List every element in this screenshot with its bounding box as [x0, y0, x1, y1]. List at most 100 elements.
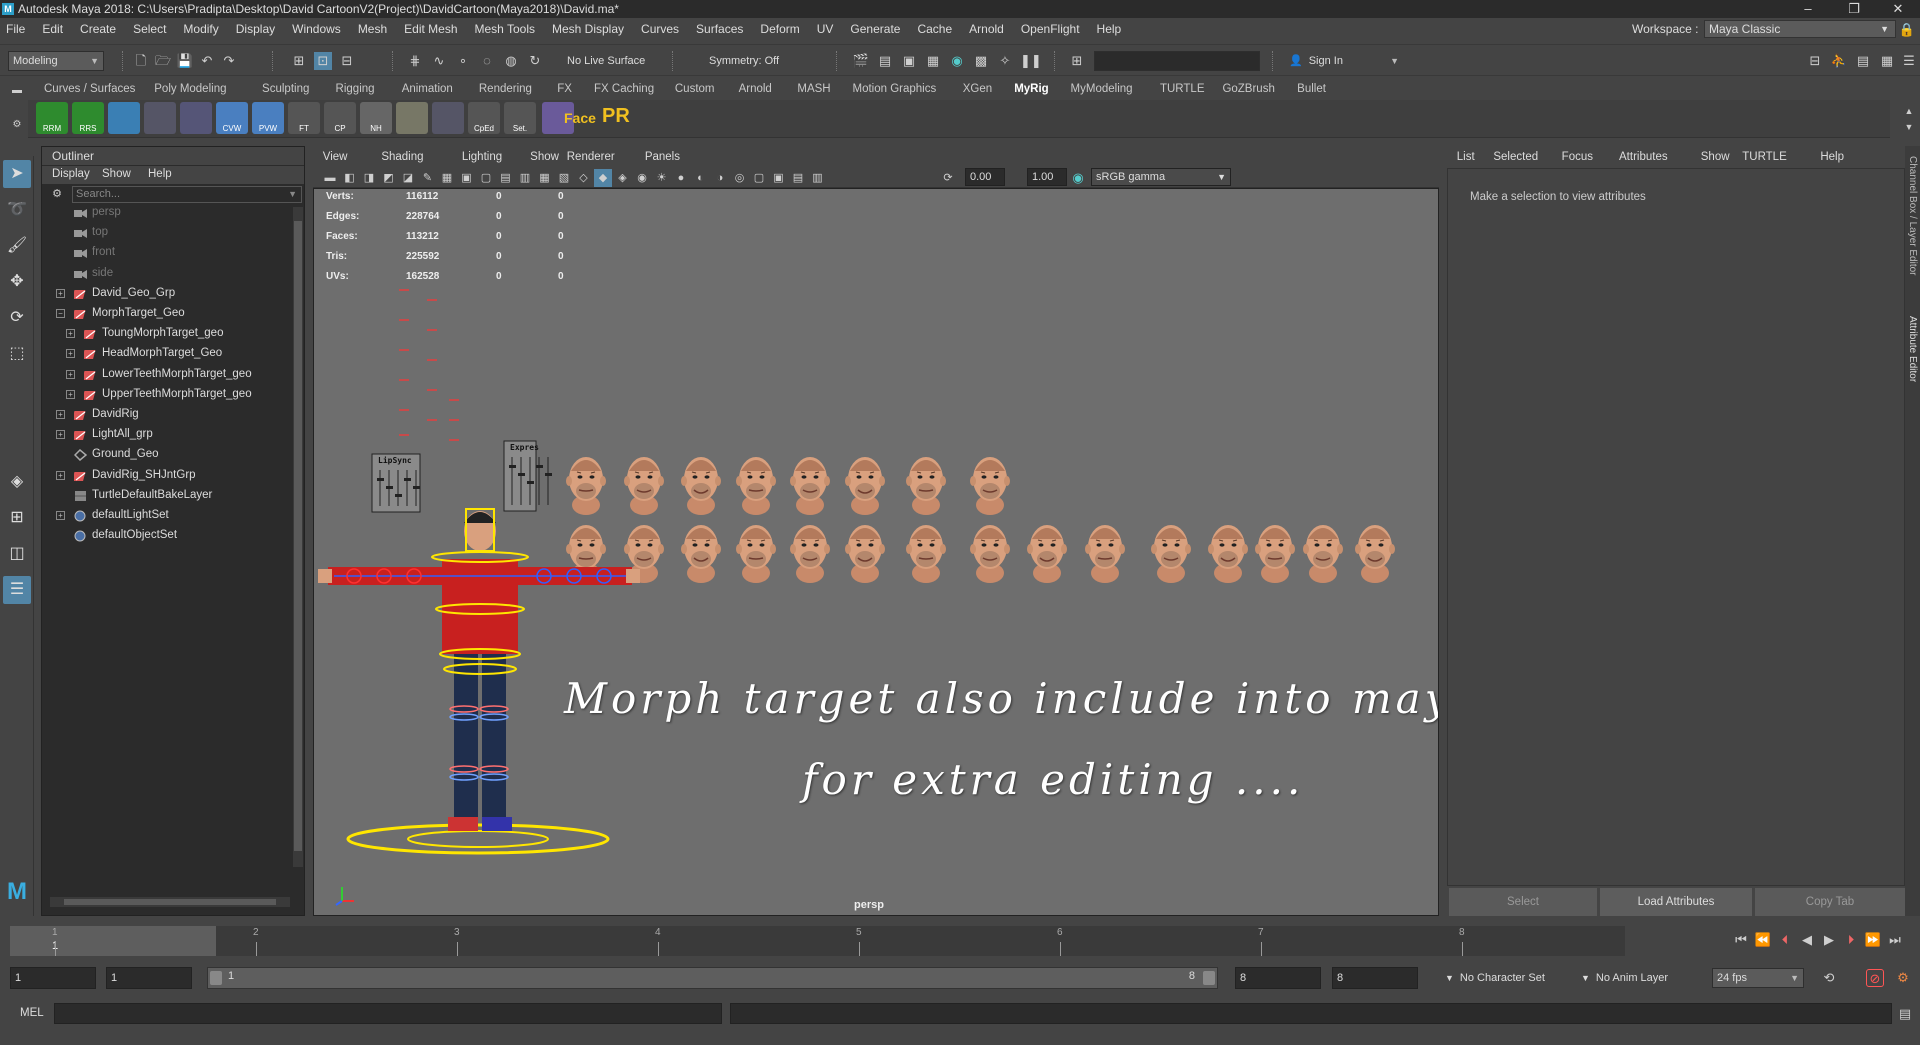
fps-select[interactable]: 24 fps ▼: [1712, 968, 1804, 988]
outliner-item-david-geo-grp[interactable]: + David_Geo_Grp: [42, 284, 282, 304]
command-input[interactable]: [54, 1003, 722, 1024]
safe-title-icon[interactable]: ▧: [555, 169, 573, 187]
morph-target-head[interactable]: [681, 525, 721, 583]
snap-grid-icon[interactable]: ⋕: [406, 52, 424, 70]
menu-mesh-tools[interactable]: Mesh Tools: [475, 22, 535, 36]
face-control-marker[interactable]: [399, 319, 409, 321]
play-backwards-icon[interactable]: ◀: [1798, 931, 1816, 949]
shelf-tab-poly-modeling[interactable]: Poly Modeling: [154, 83, 226, 95]
outliner-item-front[interactable]: front: [42, 243, 282, 263]
select-camera-icon[interactable]: ▬: [321, 169, 339, 187]
viewport-menu-shading[interactable]: Shading: [381, 151, 423, 163]
outliner-item-top[interactable]: top: [42, 223, 282, 243]
outliner-item-davidrig-shjntgrp[interactable]: + DavidRig_SHJntGrp: [42, 466, 282, 486]
render-settings-icon[interactable]: ▦: [924, 52, 942, 70]
expand-icon[interactable]: +: [56, 288, 65, 298]
shelf-button-cvw[interactable]: CVW: [216, 102, 248, 134]
morph-target-head[interactable]: [845, 525, 885, 583]
select-hierarchy-icon[interactable]: ⊞: [290, 52, 308, 70]
modeling-toolkit-icon[interactable]: ⊟: [1806, 52, 1824, 70]
snap-rotate-icon[interactable]: ↻: [526, 52, 544, 70]
shelf-tab-sculpting[interactable]: Sculpting: [262, 83, 309, 95]
outliner-item-defaultobjectset[interactable]: defaultObjectSet: [42, 526, 282, 546]
pause-icon[interactable]: ❚❚: [1020, 52, 1042, 70]
shelf-tab-fx[interactable]: FX: [557, 83, 572, 95]
new-scene-icon[interactable]: 🗋: [132, 52, 150, 70]
workspace-select[interactable]: Maya Classic ▼: [1704, 20, 1896, 38]
command-language-label[interactable]: MEL: [20, 1007, 44, 1019]
go-to-end-icon[interactable]: ⏭: [1886, 931, 1904, 949]
menu-surfaces[interactable]: Surfaces: [696, 22, 743, 36]
single-perspective-layout-icon[interactable]: ◈: [3, 468, 31, 496]
select-component-icon[interactable]: ⊟: [338, 52, 356, 70]
shelf-button-tool-4[interactable]: [144, 102, 176, 134]
two-view-layout-icon[interactable]: ◫: [3, 540, 31, 568]
shelf-button-tool-11[interactable]: [396, 102, 428, 134]
viewport-menu-lighting[interactable]: Lighting: [462, 151, 502, 163]
sign-in-button[interactable]: 👤 Sign In ▼: [1284, 51, 1404, 71]
morph-target-head[interactable]: [736, 457, 776, 515]
expand-icon[interactable]: +: [66, 329, 75, 339]
shelf-tab-mymodeling[interactable]: MyModeling: [1071, 83, 1133, 95]
copy-tab-button[interactable]: Copy Tab: [1755, 888, 1905, 916]
morph-target-head[interactable]: [1255, 525, 1295, 583]
expand-icon[interactable]: +: [56, 430, 65, 440]
shelf-button-cped[interactable]: CpEd: [468, 102, 500, 134]
attribute-menu-list[interactable]: List: [1457, 151, 1475, 163]
snap-curve-icon[interactable]: ∿: [430, 52, 448, 70]
camera-attributes-icon[interactable]: ◧: [341, 169, 359, 187]
outliner-item-headmorphtarget-geo[interactable]: + HeadMorphTarget_Geo: [42, 344, 282, 364]
outliner-item-ground-geo[interactable]: Ground_Geo: [42, 445, 282, 465]
default-material-icon[interactable]: ◈: [614, 169, 632, 187]
face-control-marker[interactable]: [449, 439, 459, 441]
paint-select-tool-icon[interactable]: 🖌: [3, 232, 31, 260]
shelf-tab-custom[interactable]: Custom: [675, 83, 715, 95]
shelf-tab-turtle[interactable]: TURTLE: [1160, 83, 1205, 95]
menu-cache[interactable]: Cache: [917, 22, 952, 36]
hypershade-icon[interactable]: ◉: [948, 52, 966, 70]
shelf-button-rrs[interactable]: RRS: [72, 102, 104, 134]
playback-end-field[interactable]: 8: [1235, 967, 1321, 989]
scale-tool-icon[interactable]: ⬚: [3, 340, 31, 368]
shelf-button-set[interactable]: Set.: [504, 102, 536, 134]
menu-curves[interactable]: Curves: [641, 22, 679, 36]
save-scene-icon[interactable]: 💾: [176, 52, 194, 70]
lasso-tool-icon[interactable]: ➰: [3, 196, 31, 224]
outliner-menu-show[interactable]: Show: [102, 168, 131, 180]
input-field-toggle-icon[interactable]: ⊞: [1068, 52, 1086, 70]
menu-help[interactable]: Help: [1097, 22, 1122, 36]
light-editor-icon[interactable]: ✧: [996, 52, 1014, 70]
undo-icon[interactable]: ↶: [198, 52, 216, 70]
shelf-tab-xgen[interactable]: XGen: [963, 83, 992, 95]
outliner-item-upperteethmorphtarget-geo[interactable]: + UpperTeethMorphTarget_geo: [42, 385, 282, 405]
attribute-menu-turtle[interactable]: TURTLE: [1742, 151, 1787, 163]
morph-target-head[interactable]: [906, 457, 946, 515]
quick-input-field[interactable]: [1094, 51, 1260, 71]
image-plane-icon[interactable]: ◩: [380, 169, 398, 187]
attribute-editor-tab[interactable]: Attribute Editor: [1907, 316, 1918, 382]
render-frame-icon[interactable]: 🎬: [852, 52, 870, 70]
attribute-menu-help[interactable]: Help: [1820, 151, 1844, 163]
viewport-menu-view[interactable]: View: [323, 151, 348, 163]
channel-box-tab[interactable]: Channel Box / Layer Editor: [1907, 156, 1918, 276]
morph-target-head[interactable]: [970, 457, 1010, 515]
shelf-tab-gozbrush[interactable]: GoZBrush: [1222, 83, 1274, 95]
step-back-key-icon[interactable]: ⏴: [1776, 931, 1794, 949]
isolate-select-icon[interactable]: ▢: [750, 169, 768, 187]
morph-target-head[interactable]: [736, 525, 776, 583]
face-control-marker[interactable]: [449, 399, 459, 401]
outliner-filter-icon[interactable]: ⚙: [48, 185, 66, 203]
face-control-marker[interactable]: [449, 419, 459, 421]
outliner-layout-icon[interactable]: ☰: [3, 576, 31, 604]
morph-target-head[interactable]: [1027, 525, 1067, 583]
outliner-item-davidrig[interactable]: + DavidRig: [42, 405, 282, 425]
smooth-shade-icon[interactable]: ◆: [594, 169, 612, 187]
snap-surface-icon[interactable]: ◍: [502, 52, 520, 70]
menu-uv[interactable]: UV: [817, 22, 834, 36]
field-chart-icon[interactable]: ▥: [516, 169, 534, 187]
menu-edit-mesh[interactable]: Edit Mesh: [404, 22, 457, 36]
render-setup-icon[interactable]: ▩: [972, 52, 990, 70]
minimize-button[interactable]: –: [1788, 0, 1828, 18]
expand-icon[interactable]: +: [56, 470, 65, 480]
xray-icon[interactable]: ▣: [770, 169, 788, 187]
